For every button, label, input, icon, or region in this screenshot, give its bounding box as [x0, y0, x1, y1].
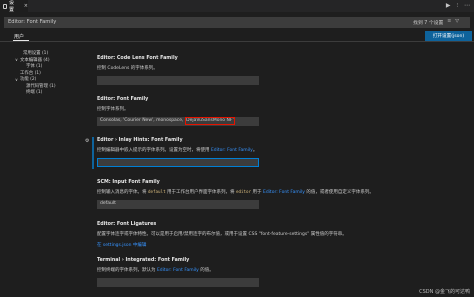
desc-link[interactable]: Editor: Font Family [211, 148, 253, 153]
setting-terminal-font-family: Terminal › Integrated: Font Family 控制终端的… [97, 258, 467, 287]
setting-description: 控制输入消息的字体。将 default 用于工作台用户界面字体系列，将 edit… [97, 189, 467, 195]
highlight-outline [185, 117, 235, 125]
desc-text: 用于 [251, 190, 263, 195]
watermark: CSDN @金飞的可达鸭 [419, 289, 470, 295]
setting-title: Editor: Code Lens Font Family [97, 56, 178, 61]
edit-in-settings-json-link[interactable]: 在 settings.json 中编辑 [97, 242, 467, 248]
inlay-hints-font-input[interactable] [97, 158, 259, 167]
active-tab-indicator [13, 40, 29, 41]
desc-text-post: 。 [252, 148, 258, 153]
setting-description: 控制字体系列。 [97, 107, 129, 112]
toc-item-label: 常用设置 (1) [23, 51, 49, 57]
setting-font-ligatures: Editor: Font Ligatures 配置字体连字或字体特性。可以是用于… [97, 222, 467, 248]
desc-text: 控制输入消息的字体。将 [97, 190, 148, 195]
tab-settings[interactable]: 设置 × [0, 0, 28, 13]
desc-text-post: 的值。 [198, 268, 214, 273]
setting-description: 控制终端的字体系列，默认为 Editor: Font Family 的值。 [97, 267, 467, 273]
setting-title: Terminal › Integrated: Font Family [97, 258, 190, 263]
setting-inlay-hints-font-family: Editor › Inlay Hints: Font Family 控制编辑器中… [97, 138, 467, 167]
setting-description: 控制编辑器中嵌入提示的字体系列。设置为空时，将使用 Editor: Font F… [97, 147, 467, 153]
gear-icon[interactable]: ⚙ [85, 138, 89, 144]
desc-code: default [147, 189, 166, 194]
toc-item-label: 工作台 (1) [20, 70, 41, 76]
setting-scm-input-font-family: SCM: Input Font Family 控制输入消息的字体。将 defau… [97, 180, 467, 209]
focus-indicator [92, 137, 94, 169]
code-lens-font-input[interactable] [97, 76, 259, 85]
toc-item-label: 功能 (2) [20, 77, 37, 83]
toc-item[interactable]: 终端 (1) [0, 89, 80, 96]
setting-title: SCM: Input Font Family [97, 180, 160, 185]
terminal-font-input[interactable] [97, 278, 259, 287]
editor-font-family-input[interactable]: Consolas, 'Courier New', monospace, 'Dej… [97, 117, 259, 126]
desc-code: editor [235, 189, 252, 194]
close-icon[interactable]: × [24, 3, 28, 9]
toc-item-label: 字体 (1) [26, 64, 43, 70]
setting-title: Editor: Font Ligatures [97, 222, 157, 227]
setting-code-lens-font-family: Editor: Code Lens Font Family 控制 CodeLen… [97, 56, 467, 85]
desc-link[interactable]: Editor: Font Family [157, 268, 199, 273]
tab-user[interactable]: 用户 [14, 33, 24, 40]
setting-description: 配置字体连字或字体特性。可以是用于启用/禁用连字的布尔值，或用于设置 CSS "… [97, 232, 347, 237]
search-value: Editor: Font Family [8, 19, 57, 25]
desc-text: 控制编辑器中嵌入提示的字体系列。设置为空时，将使用 [97, 148, 211, 153]
setting-title: Editor › Inlay Hints: Font Family [97, 138, 183, 143]
setting-description: 控制 CodeLens 的字体系列。 [97, 66, 158, 71]
settings-list: Editor: Code Lens Font Family 控制 CodeLen… [97, 0, 467, 297]
setting-title: Editor: Font Family [97, 97, 149, 102]
desc-text: 用于工作台用户界面字体系列，将 [165, 190, 236, 195]
scm-input-font-input[interactable]: default [97, 200, 259, 209]
toc-item-label: 源代码管理 (1) [26, 83, 56, 89]
desc-text: 控制终端的字体系列，默认为 [97, 268, 157, 273]
tab-label: 设置 [8, 0, 14, 13]
toc-item-label: 文本编辑器 (4) [20, 57, 50, 63]
settings-file-icon [3, 3, 7, 9]
setting-editor-font-family: Editor: Font Family 控制字体系列。 Consolas, 'C… [97, 97, 467, 126]
desc-link[interactable]: Editor: Font Family [263, 190, 305, 195]
toc-item-label: 终端 (1) [26, 90, 43, 96]
settings-toc: 常用设置 (1) ∨ 文本编辑器 (4) 字体 (1) 工作台 (1) ∨ 功能 (2) 源代… [0, 50, 80, 96]
desc-text-post: 的值，或者使用自定义字体系列。 [304, 190, 374, 195]
